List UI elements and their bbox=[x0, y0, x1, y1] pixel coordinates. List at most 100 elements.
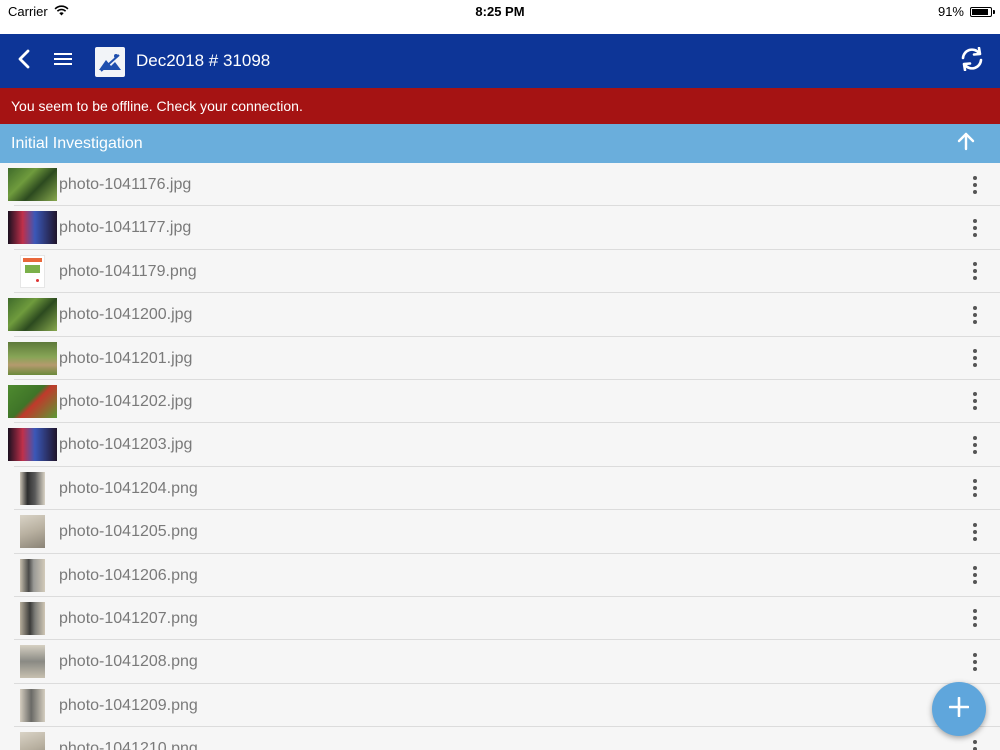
more-vertical-icon bbox=[973, 486, 977, 491]
file-name: photo-1041209.png bbox=[59, 696, 198, 714]
plus-icon bbox=[948, 696, 970, 722]
more-vertical-icon bbox=[973, 449, 977, 454]
offline-banner: You seem to be offline. Check your conne… bbox=[0, 88, 1000, 124]
more-options-button[interactable] bbox=[960, 510, 990, 553]
more-options-button[interactable] bbox=[960, 206, 990, 249]
file-row[interactable]: photo-1041176.jpg bbox=[0, 163, 1000, 207]
file-row[interactable]: photo-1041201.jpg bbox=[0, 336, 1000, 381]
file-row[interactable]: photo-1041202.jpg bbox=[0, 379, 1000, 424]
file-row[interactable]: photo-1041203.jpg bbox=[0, 423, 1000, 468]
file-thumbnail[interactable] bbox=[20, 254, 45, 288]
arrow-up-icon bbox=[956, 131, 976, 156]
sync-button[interactable] bbox=[950, 34, 994, 88]
collapse-section-button[interactable] bbox=[944, 124, 988, 163]
file-row[interactable]: photo-1041209.png bbox=[0, 683, 1000, 728]
more-options-button[interactable] bbox=[960, 467, 990, 510]
file-row[interactable]: photo-1041177.jpg bbox=[0, 206, 1000, 251]
section-header[interactable]: Initial Investigation bbox=[0, 124, 1000, 163]
file-row[interactable]: photo-1041205.png bbox=[0, 510, 1000, 554]
file-name: photo-1041200.jpg bbox=[59, 306, 193, 324]
file-thumbnail[interactable] bbox=[8, 298, 57, 332]
file-thumbnail[interactable] bbox=[8, 428, 57, 462]
more-vertical-icon bbox=[973, 493, 977, 498]
file-thumbnail[interactable] bbox=[8, 341, 57, 375]
file-row[interactable]: photo-1041200.jpg bbox=[0, 293, 1000, 337]
file-row[interactable]: photo-1041206.png bbox=[0, 553, 1000, 598]
back-button[interactable] bbox=[2, 34, 46, 88]
more-vertical-icon bbox=[973, 652, 977, 657]
more-options-button[interactable] bbox=[960, 337, 990, 380]
back-chevron-icon bbox=[17, 49, 31, 74]
more-options-button[interactable] bbox=[960, 250, 990, 293]
more-options-button[interactable] bbox=[960, 597, 990, 640]
file-thumbnail[interactable] bbox=[20, 471, 45, 505]
more-vertical-icon bbox=[973, 232, 977, 237]
more-options-button[interactable] bbox=[960, 554, 990, 597]
more-vertical-icon bbox=[973, 435, 977, 440]
file-thumbnail[interactable] bbox=[8, 384, 57, 418]
more-vertical-icon bbox=[973, 218, 977, 223]
more-vertical-icon bbox=[973, 392, 977, 397]
more-vertical-icon bbox=[973, 399, 977, 404]
file-thumbnail[interactable] bbox=[8, 168, 57, 201]
more-vertical-icon bbox=[973, 580, 977, 585]
more-vertical-icon bbox=[973, 442, 977, 447]
more-vertical-icon bbox=[973, 349, 977, 354]
file-name: photo-1041205.png bbox=[59, 523, 198, 541]
file-thumbnail[interactable] bbox=[20, 558, 45, 592]
sync-icon bbox=[959, 46, 985, 76]
more-vertical-icon bbox=[973, 573, 977, 578]
file-thumbnail[interactable] bbox=[20, 732, 45, 750]
menu-button[interactable] bbox=[41, 34, 85, 88]
thumbnail-detail bbox=[23, 257, 42, 262]
app-logo bbox=[95, 47, 125, 77]
status-bar: Carrier 8:25 PM 91% bbox=[0, 0, 1000, 24]
file-row[interactable]: photo-1041207.png bbox=[0, 596, 1000, 641]
more-vertical-icon bbox=[973, 623, 977, 628]
more-options-button[interactable] bbox=[960, 423, 990, 466]
more-vertical-icon bbox=[973, 175, 977, 180]
file-thumbnail[interactable] bbox=[20, 645, 45, 679]
add-photo-button[interactable] bbox=[932, 682, 986, 736]
file-name: photo-1041201.jpg bbox=[59, 349, 193, 367]
more-vertical-icon bbox=[973, 305, 977, 310]
status-time: 8:25 PM bbox=[475, 4, 525, 19]
file-thumbnail[interactable] bbox=[8, 211, 57, 245]
more-vertical-icon bbox=[973, 319, 977, 324]
more-vertical-icon bbox=[973, 182, 977, 187]
status-right: 91% bbox=[938, 4, 995, 19]
more-options-button[interactable] bbox=[960, 163, 990, 206]
file-thumbnail[interactable] bbox=[20, 515, 45, 549]
more-options-button[interactable] bbox=[960, 380, 990, 423]
app-header: Dec2018 # 31098 bbox=[0, 34, 1000, 88]
file-name: photo-1041204.png bbox=[59, 479, 198, 497]
file-thumbnail[interactable] bbox=[20, 688, 45, 722]
more-vertical-icon bbox=[973, 536, 977, 541]
file-name: photo-1041177.jpg bbox=[59, 219, 192, 237]
battery-level bbox=[972, 8, 989, 15]
more-vertical-icon bbox=[973, 739, 977, 744]
file-list: photo-1041176.jpg photo-1041177.jpg photo-… bbox=[0, 163, 1000, 750]
file-name: photo-1041206.png bbox=[59, 566, 198, 584]
battery-icon bbox=[970, 6, 995, 17]
more-vertical-icon bbox=[973, 356, 977, 361]
more-vertical-icon bbox=[973, 363, 977, 368]
file-row[interactable]: photo-1041210.png bbox=[0, 727, 1000, 750]
hamburger-menu-icon bbox=[54, 52, 72, 71]
more-vertical-icon bbox=[973, 479, 977, 484]
file-name: photo-1041208.png bbox=[59, 653, 198, 671]
file-name: photo-1041202.jpg bbox=[59, 392, 193, 410]
more-vertical-icon bbox=[973, 269, 977, 274]
section-title: Initial Investigation bbox=[11, 135, 143, 152]
more-vertical-icon bbox=[973, 659, 977, 664]
file-row[interactable]: photo-1041204.png bbox=[0, 466, 1000, 511]
file-name: photo-1041176.jpg bbox=[59, 176, 192, 193]
file-row[interactable]: photo-1041179.png bbox=[0, 249, 1000, 294]
more-vertical-icon bbox=[973, 312, 977, 317]
file-row[interactable]: photo-1041208.png bbox=[0, 640, 1000, 685]
thumbnail-detail bbox=[36, 278, 39, 282]
more-options-button[interactable] bbox=[960, 293, 990, 336]
more-vertical-icon bbox=[973, 262, 977, 267]
file-thumbnail[interactable] bbox=[20, 601, 45, 635]
more-options-button[interactable] bbox=[960, 640, 990, 683]
